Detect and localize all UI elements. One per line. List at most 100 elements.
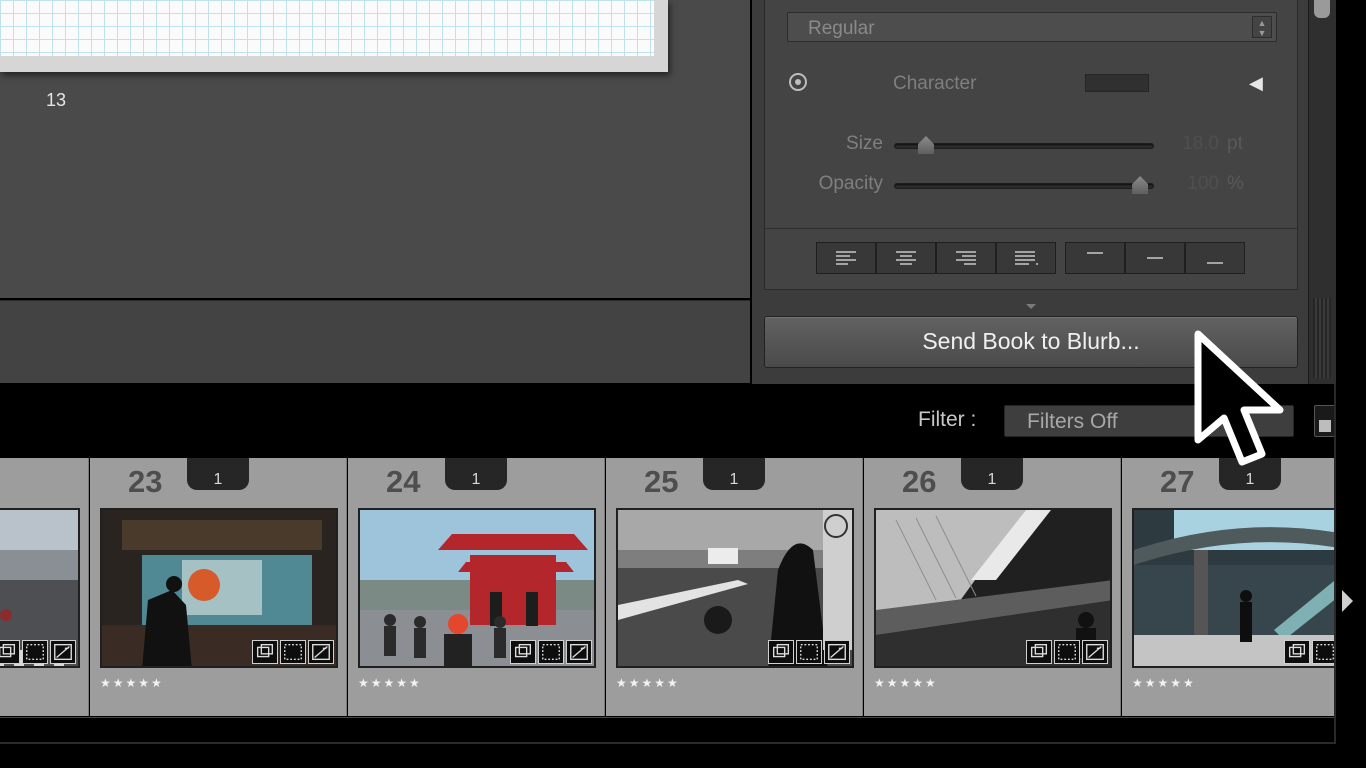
- photo-thumbnail[interactable]: [358, 508, 596, 668]
- filmstrip-cell[interactable]: 24 1 ★★★★★: [348, 458, 605, 716]
- star-rating[interactable]: ★★★★★: [874, 676, 938, 690]
- thumbnail-badges: [768, 640, 850, 664]
- right-panel: Regular ▲ ▼ Character ◀ Size 18.0 pt Opac…: [752, 0, 1308, 384]
- crop-icon[interactable]: [22, 640, 48, 664]
- font-style-select[interactable]: Regular ▲ ▼: [787, 12, 1277, 42]
- size-label: Size: [846, 133, 883, 154]
- cell-index: 25: [644, 464, 679, 499]
- photo-thumbnail[interactable]: [0, 508, 80, 668]
- horizontal-align-group: [816, 242, 1056, 274]
- canvas-toolbar: [0, 300, 750, 383]
- develop-icon[interactable]: [824, 640, 850, 664]
- type-panel: Regular ▲ ▼ Character ◀ Size 18.0 pt Opac…: [764, 0, 1298, 290]
- usage-count-badge: 1: [703, 458, 765, 490]
- character-label: Character: [893, 73, 977, 94]
- filter-value: Filters Off: [1027, 410, 1118, 433]
- virtual-copy-icon[interactable]: [510, 640, 536, 664]
- scrollbar-grip[interactable]: [1313, 298, 1331, 378]
- align-right-icon: [956, 251, 976, 265]
- photo-thumbnail[interactable]: [616, 508, 854, 668]
- star-rating[interactable]: ★★★★★: [616, 676, 680, 690]
- cursor-icon: [1194, 330, 1284, 466]
- star-rating[interactable]: ★★★★★: [358, 676, 422, 690]
- font-style-value: Regular: [808, 18, 875, 39]
- justify-icon: [1015, 251, 1038, 265]
- align-center-icon: [896, 251, 916, 265]
- align-top-button[interactable]: [1065, 242, 1125, 274]
- crop-icon[interactable]: [796, 640, 822, 664]
- filmstrip-cell[interactable]: 23 1 ★★★★★: [90, 458, 347, 716]
- cell-index: 26: [902, 464, 937, 499]
- character-color-swatch[interactable]: [1085, 74, 1149, 92]
- thumbnail-badges: [0, 640, 76, 664]
- target-icon[interactable]: [787, 71, 809, 93]
- align-bottom-button[interactable]: [1185, 242, 1245, 274]
- align-middle-button[interactable]: [1125, 242, 1185, 274]
- filmstrip-cell[interactable]: 26 1 ★★★★★: [864, 458, 1121, 716]
- book-page[interactable]: [0, 0, 668, 72]
- filmstrip-next-icon[interactable]: [1342, 590, 1353, 612]
- justify-button[interactable]: [996, 242, 1056, 274]
- develop-icon[interactable]: [1082, 640, 1108, 664]
- crop-icon[interactable]: [1312, 640, 1334, 664]
- vertical-align-group: [1065, 242, 1245, 274]
- filmstrip[interactable]: 221★★★★★ 23 1 ★★★★★ 24 1 ★★★★★ 25 1 ★★★★★ 26 1 ★★★★★…: [0, 458, 1334, 718]
- virtual-copy-icon[interactable]: [1026, 640, 1052, 664]
- divider: [765, 228, 1297, 229]
- photo-thumbnail[interactable]: [874, 508, 1112, 668]
- usage-count-badge: 1: [187, 458, 249, 490]
- size-slider[interactable]: [894, 136, 1154, 154]
- crop-icon[interactable]: [280, 640, 306, 664]
- filter-lock-toggle[interactable]: [1314, 405, 1336, 437]
- develop-icon[interactable]: [566, 640, 592, 664]
- size-slider-thumb[interactable]: [917, 136, 934, 154]
- thumbnail-badges: [1284, 640, 1334, 664]
- page-grid-overlay: [0, 0, 654, 56]
- star-rating[interactable]: ★★★★★: [1132, 676, 1196, 690]
- stepper-icon[interactable]: ▲ ▼: [1252, 16, 1272, 38]
- crop-icon[interactable]: [1054, 640, 1080, 664]
- triangle-left-icon[interactable]: ◀: [1249, 73, 1263, 94]
- opacity-label: Opacity: [818, 173, 883, 194]
- filmstrip-cell[interactable]: 27 1 ★★★★★: [1122, 458, 1334, 716]
- thumbnail-badges: [510, 640, 592, 664]
- cell-index: 24: [386, 464, 421, 499]
- develop-icon[interactable]: [308, 640, 334, 664]
- opacity-slider[interactable]: [894, 176, 1154, 194]
- crop-icon[interactable]: [538, 640, 564, 664]
- virtual-copy-icon[interactable]: [252, 640, 278, 664]
- align-right-button[interactable]: [936, 242, 996, 274]
- thumbnail-badges: [1026, 640, 1108, 664]
- align-top-icon: [1087, 252, 1103, 254]
- divider: [0, 742, 1336, 744]
- opacity-unit: %: [1227, 173, 1244, 194]
- align-center-button[interactable]: [876, 242, 936, 274]
- cell-index: 23: [128, 464, 163, 499]
- photo-thumbnail[interactable]: [100, 508, 338, 668]
- filmstrip-cell[interactable]: 25 1 ★★★★★: [606, 458, 863, 716]
- filmstrip-cell[interactable]: 221★★★★★: [0, 458, 89, 716]
- page-number: 13: [46, 90, 67, 110]
- develop-icon[interactable]: [50, 640, 76, 664]
- virtual-copy-icon[interactable]: [0, 640, 20, 664]
- star-rating[interactable]: ★★★★★: [100, 676, 164, 690]
- virtual-copy-icon[interactable]: [1284, 640, 1310, 664]
- align-left-button[interactable]: [816, 242, 876, 274]
- size-value[interactable]: 18.0: [1139, 133, 1219, 155]
- align-middle-icon: [1147, 257, 1163, 259]
- usage-count-badge: 1: [961, 458, 1023, 490]
- book-canvas[interactable]: 13: [0, 0, 750, 298]
- opacity-value[interactable]: 100: [1139, 173, 1219, 195]
- photo-thumbnail[interactable]: [1132, 508, 1334, 668]
- filter-label: Filter :: [918, 408, 977, 431]
- align-bottom-icon: [1207, 262, 1223, 264]
- virtual-copy-icon[interactable]: [768, 640, 794, 664]
- usage-count-badge: 1: [445, 458, 507, 490]
- panel-scrollbar[interactable]: [1308, 0, 1336, 384]
- scrollbar-thumb[interactable]: [1314, 0, 1330, 18]
- panel-collapse-icon[interactable]: [1026, 304, 1036, 309]
- divider: [1334, 384, 1336, 744]
- size-unit: pt: [1227, 133, 1243, 154]
- align-left-icon: [836, 251, 856, 265]
- thumbnail-badges: [252, 640, 334, 664]
